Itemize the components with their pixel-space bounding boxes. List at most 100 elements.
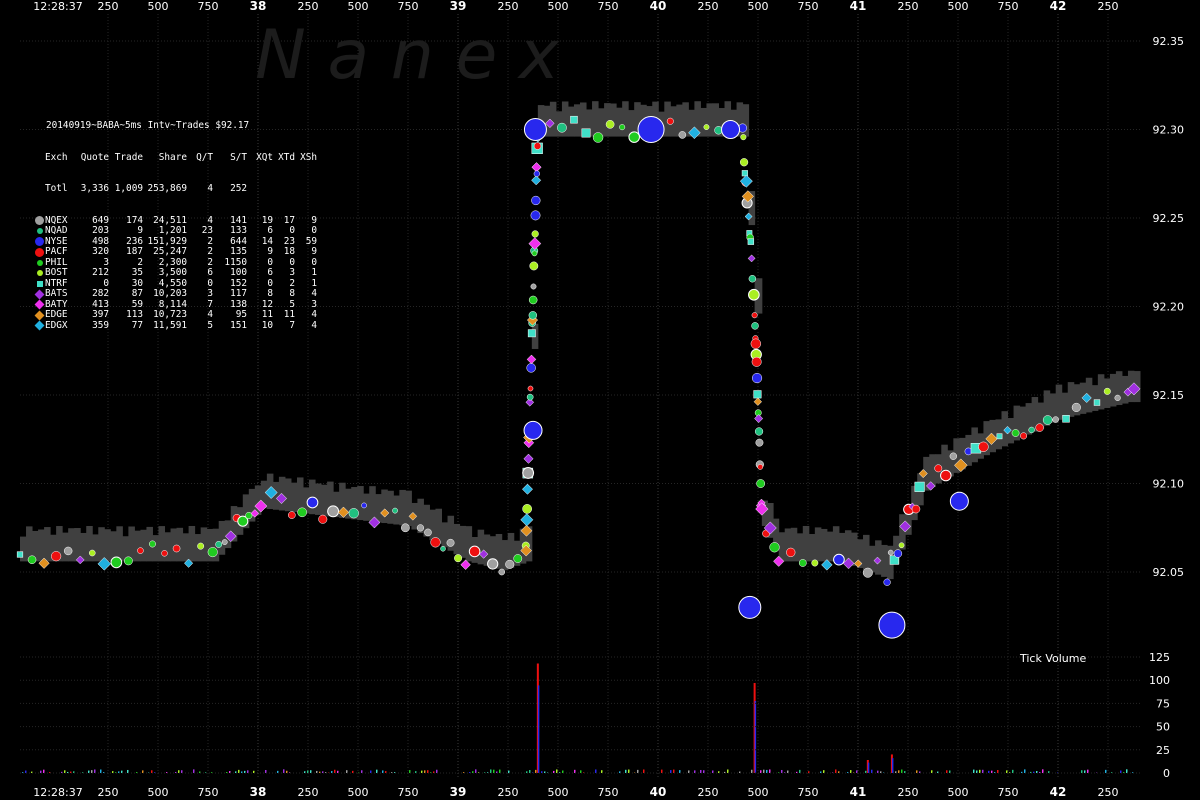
legend-cell: Exch <box>45 151 68 163</box>
legend-cell: 212 <box>92 267 109 278</box>
trade-marker-pacf <box>288 511 296 519</box>
volume-spike-nyse <box>867 762 870 773</box>
legend-cell: 397 <box>92 309 109 320</box>
trade-marker-nqex <box>522 467 535 479</box>
trade-marker-pacf <box>911 504 921 514</box>
volume-bar <box>193 769 195 773</box>
legend-cell: 6 <box>207 267 213 278</box>
legend-marker-icon <box>34 247 45 257</box>
x-tick-label-bottom: 750 <box>798 786 819 799</box>
trade-marker-ntrf <box>914 481 925 492</box>
nbbo-segment <box>152 535 159 562</box>
nbbo-segment <box>92 534 99 562</box>
trade-marker-nqex <box>424 528 432 537</box>
legend-rows: NQEX 649 174 24,511 4 141 19 17 9 NQAD 203 9 1,201 23… <box>34 215 317 332</box>
trade-marker-pacf <box>137 547 144 554</box>
volume-spike-nyse <box>537 685 540 773</box>
legend-cell: 252 <box>230 183 247 194</box>
volume-tick-label: 100 <box>1149 674 1170 687</box>
nbbo-segment <box>44 527 51 562</box>
legend-marker-icon <box>34 320 45 331</box>
trade-marker-bost <box>531 230 539 238</box>
x-tick-label-top: 39 <box>450 0 467 13</box>
x-tick-label-top: 500 <box>748 0 769 13</box>
legend-marker-icon <box>34 216 45 226</box>
legend-cell: 320 <box>92 246 109 257</box>
volume-bar <box>94 769 96 773</box>
volume-bar <box>43 769 45 773</box>
legend-cell: 4 <box>207 183 213 194</box>
trade-marker-nqex <box>887 549 894 556</box>
nbbo-segment <box>549 101 557 137</box>
volume-tick-label: 125 <box>1149 651 1170 664</box>
legend-cell: 10,203 <box>153 288 187 299</box>
trade-marker-nqex <box>949 452 958 460</box>
legend-cell: 7 <box>289 319 295 331</box>
x-tick-label-top: 750 <box>998 0 1019 13</box>
legend-cell: Trade <box>114 151 143 163</box>
x-tick-label-bottom: 500 <box>148 786 169 799</box>
nbbo-segment <box>802 525 810 562</box>
nbbo-segment <box>598 108 605 137</box>
nbbo-segment <box>38 529 45 562</box>
trade-marker-nqex <box>487 558 499 570</box>
trade-marker-phil <box>756 479 766 488</box>
nbbo-segment <box>881 544 888 577</box>
trade-marker-pacf <box>978 441 989 452</box>
x-tick-label-bottom: 38 <box>250 785 267 799</box>
trade-marker-nqex <box>327 505 340 518</box>
trade-marker-nyse <box>361 502 367 509</box>
trade-marker-nqex <box>530 283 537 290</box>
volume-label: Tick Volume <box>1019 652 1086 665</box>
legend-cell: 4 <box>311 288 317 299</box>
nbbo-segment <box>104 529 111 562</box>
nbbo-segment <box>622 101 629 137</box>
trade-marker-nqex <box>755 438 764 447</box>
trade-marker-nyse <box>637 116 665 143</box>
nbbo-segment <box>796 533 804 562</box>
nbbo-segment <box>1061 392 1069 419</box>
trade-marker-ntrf <box>16 551 24 558</box>
legend-cell: 1,009 <box>114 183 143 194</box>
legend-cell: Quote <box>80 151 109 163</box>
legend-cell: 0 <box>289 225 295 236</box>
x-tick-label-top: 750 <box>598 0 619 13</box>
x-tick-label-bottom: 750 <box>398 786 419 799</box>
nbbo-segment <box>321 484 328 516</box>
trade-marker-phil <box>798 559 807 567</box>
x-tick-label-bottom: 250 <box>898 786 919 799</box>
legend-cell: 9 <box>137 225 143 236</box>
trade-marker-ntrf <box>747 238 755 245</box>
nbbo-segment <box>68 528 75 562</box>
legend-marker-icon <box>34 237 45 247</box>
trade-marker-phil <box>123 556 133 566</box>
legend-cell: PACF <box>45 246 68 257</box>
volume-bar <box>643 769 645 773</box>
legend-cell: 8 <box>289 288 295 299</box>
x-tick-label-bottom: 750 <box>598 786 619 799</box>
legend-cell: 10,723 <box>153 309 187 320</box>
legend-marker-icon <box>34 279 45 289</box>
nbbo-segment <box>188 525 196 562</box>
trade-marker-nyse <box>530 210 541 221</box>
trade-marker-nyse <box>523 118 547 141</box>
x-tick-label-bottom: 500 <box>948 786 969 799</box>
volume-bar <box>556 769 558 773</box>
nbbo-segment <box>814 527 822 562</box>
volume-tick-label: 75 <box>1156 697 1170 710</box>
trade-marker-pacf <box>51 551 62 562</box>
legend-cell: 87 <box>131 288 143 299</box>
volume-bar <box>727 769 729 773</box>
volume-bar <box>1024 769 1026 773</box>
x-tick-label-top: 40 <box>650 0 667 13</box>
volume-bar <box>499 769 501 773</box>
trade-marker-nyse <box>878 611 906 639</box>
legend-cell: 5 <box>207 319 213 331</box>
x-tick-label-top: 250 <box>498 0 519 13</box>
legend-cell: NQAD <box>45 225 68 236</box>
nbbo-segment <box>182 533 190 562</box>
volume-spike-nyse <box>754 700 757 773</box>
volume-bar <box>376 769 378 773</box>
x-tick-label-bottom: 250 <box>298 786 319 799</box>
trade-marker-bost <box>454 554 463 563</box>
